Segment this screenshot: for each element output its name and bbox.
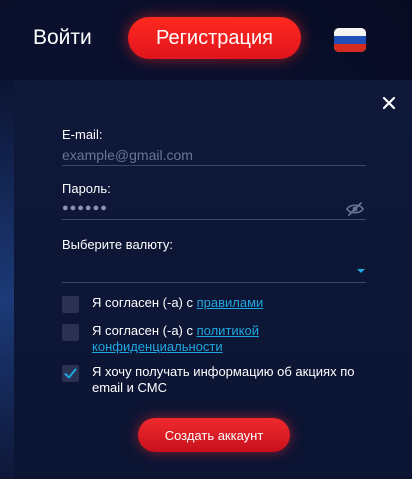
rules-text: Я согласен (-а) с правилами (92, 295, 263, 311)
password-label: Пароль: (62, 181, 111, 196)
privacy-agreement-row: Я согласен (-а) с политикой конфиденциал… (62, 323, 372, 355)
flag-stripe-blue (334, 36, 366, 44)
rules-checkbox[interactable] (62, 296, 79, 313)
email-group: E-mail: (62, 127, 366, 166)
page: Войти Регистрация E-mail: Пароль: ●●●●●● (0, 0, 412, 479)
promo-subscription-row: Я хочу получать информацию об акциях по … (62, 364, 372, 396)
currency-label: Выберите валюту: (62, 237, 173, 252)
background-glow (0, 80, 14, 479)
flag-stripe-white (334, 28, 366, 36)
check-icon (64, 368, 77, 379)
password-group: Пароль: ●●●●●● (62, 181, 366, 220)
rules-text-prefix: Я согласен (-а) с (92, 295, 197, 310)
rules-agreement-row: Я согласен (-а) с правилами (62, 295, 372, 313)
header: Войти Регистрация (0, 0, 412, 80)
close-icon (382, 96, 396, 110)
privacy-checkbox[interactable] (62, 324, 79, 341)
chevron-down-icon (357, 269, 365, 273)
flag-ru-icon[interactable] (334, 28, 366, 52)
promo-checkbox[interactable] (62, 365, 79, 382)
privacy-text-prefix: Я согласен (-а) с (92, 323, 197, 338)
rules-link[interactable]: правилами (197, 295, 264, 310)
flag-stripe-red (334, 44, 366, 52)
password-value: ●●●●●● (62, 202, 108, 214)
currency-group: Выберите валюту: (62, 237, 366, 283)
create-account-button[interactable]: Создать аккаунт (138, 418, 290, 452)
email-label: E-mail: (62, 127, 103, 142)
login-button[interactable]: Войти (33, 26, 92, 50)
close-button[interactable] (380, 94, 398, 112)
password-input[interactable]: ●●●●●● (62, 198, 366, 220)
registration-panel: E-mail: Пароль: ●●●●●● Выберите валюту: (14, 80, 412, 479)
eye-slash-icon[interactable] (346, 202, 364, 216)
privacy-text: Я согласен (-а) с политикой конфиденциал… (92, 323, 372, 355)
promo-text: Я хочу получать информацию об акциях по … (92, 364, 355, 395)
email-input[interactable] (62, 144, 366, 166)
register-button[interactable]: Регистрация (128, 17, 301, 59)
currency-select[interactable] (62, 257, 366, 283)
